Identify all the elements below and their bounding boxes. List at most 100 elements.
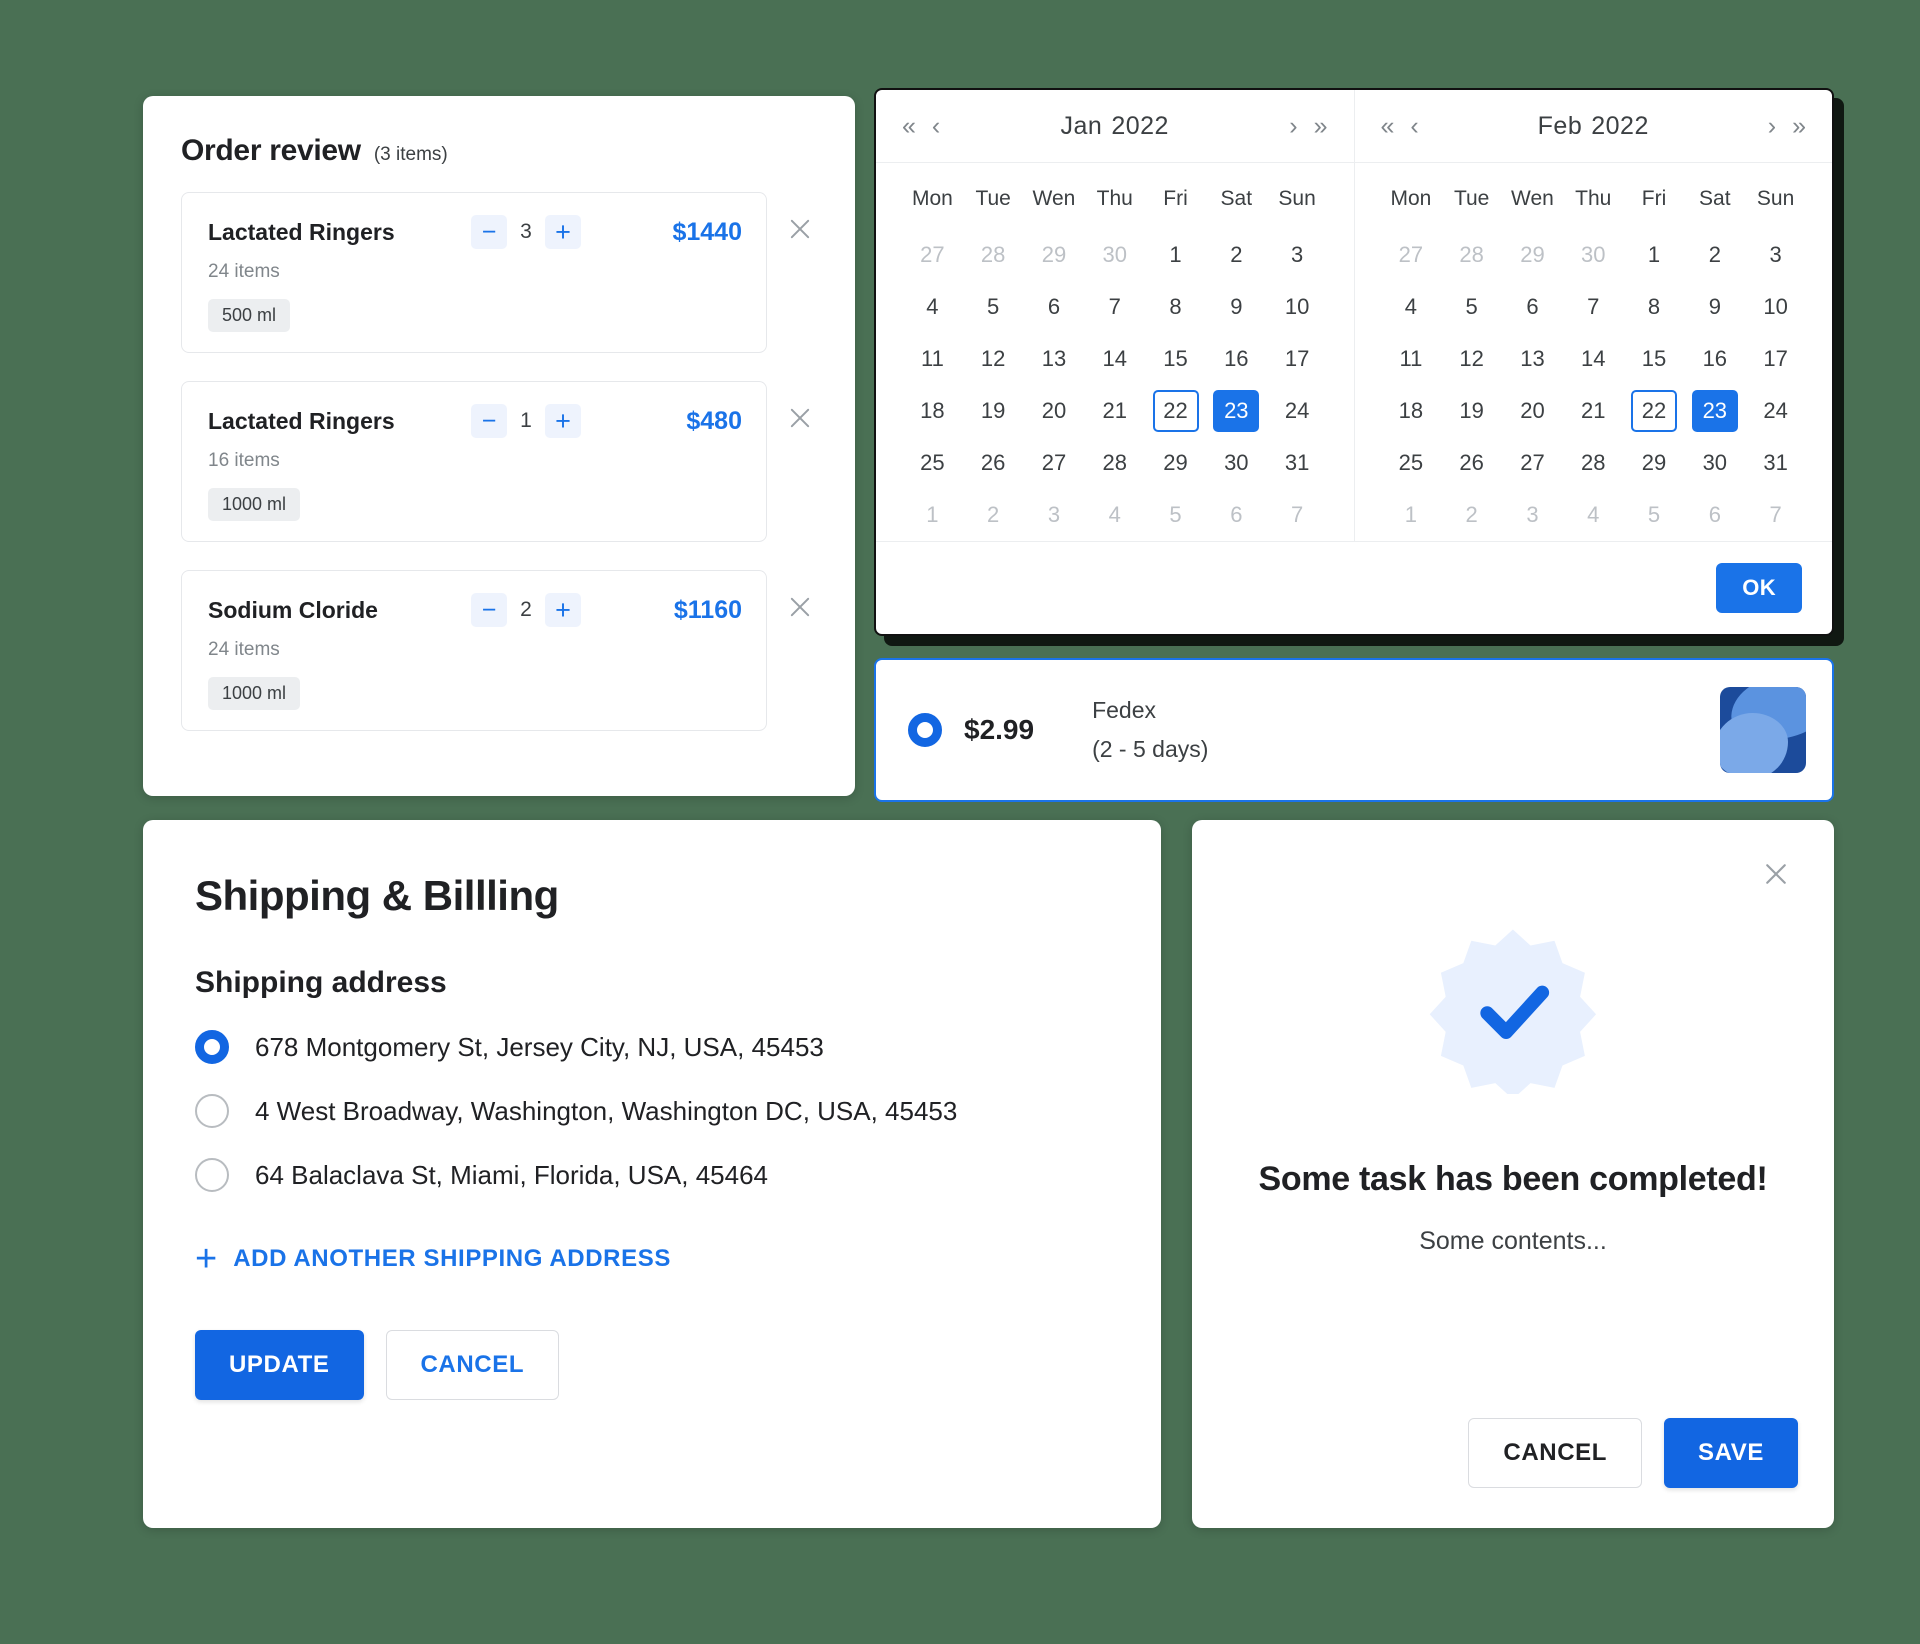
calendar-day[interactable]: 26: [1449, 442, 1495, 484]
dialog-cancel-button[interactable]: CANCEL: [1468, 1418, 1643, 1488]
update-button[interactable]: UPDATE: [195, 1330, 364, 1400]
increase-quantity-button[interactable]: +: [545, 593, 581, 627]
calendar-day[interactable]: 27: [1031, 442, 1077, 484]
calendar-day[interactable]: 13: [1031, 338, 1077, 380]
calendar-day[interactable]: 4: [909, 286, 955, 328]
increase-quantity-button[interactable]: +: [545, 215, 581, 249]
calendar-day[interactable]: 1: [1388, 494, 1434, 536]
calendar-day[interactable]: 28: [970, 234, 1016, 276]
calendar-day[interactable]: 29: [1631, 442, 1677, 484]
calendar-day[interactable]: 31: [1753, 442, 1799, 484]
calendar-day[interactable]: 1: [1631, 234, 1677, 276]
calendar-day[interactable]: 24: [1753, 390, 1799, 432]
add-shipping-address-button[interactable]: + ADD ANOTHER SHIPPING ADDRESS: [195, 1240, 1111, 1278]
calendar-day[interactable]: 11: [1388, 338, 1434, 380]
calendar-day[interactable]: 20: [1509, 390, 1555, 432]
calendar-day[interactable]: 10: [1274, 286, 1320, 328]
ok-button[interactable]: OK: [1716, 563, 1802, 613]
calendar-day[interactable]: 7: [1753, 494, 1799, 536]
calendar-day[interactable]: 27: [1388, 234, 1434, 276]
calendar-day[interactable]: 4: [1388, 286, 1434, 328]
increase-quantity-button[interactable]: +: [545, 404, 581, 438]
calendar-day[interactable]: 21: [1570, 390, 1616, 432]
shipping-address-radio[interactable]: [195, 1094, 229, 1128]
calendar-day[interactable]: 11: [909, 338, 955, 380]
calendar-day[interactable]: 31: [1274, 442, 1320, 484]
decrease-quantity-button[interactable]: −: [471, 215, 507, 249]
calendar-day[interactable]: 25: [1388, 442, 1434, 484]
calendar-day[interactable]: 30: [1213, 442, 1259, 484]
calendar-day[interactable]: 6: [1031, 286, 1077, 328]
calendar-day[interactable]: 4: [1570, 494, 1616, 536]
calendar-day[interactable]: 5: [1631, 494, 1677, 536]
calendar-day[interactable]: 8: [1631, 286, 1677, 328]
calendar-day[interactable]: 3: [1031, 494, 1077, 536]
prev-month-icon[interactable]: ‹: [932, 113, 940, 139]
shipping-option-radio[interactable]: [908, 713, 942, 747]
prev-month-icon[interactable]: ‹: [1410, 113, 1418, 139]
calendar-day[interactable]: 8: [1153, 286, 1199, 328]
calendar-day[interactable]: 3: [1509, 494, 1555, 536]
calendar-day[interactable]: 22: [1631, 390, 1678, 432]
shipping-address-option[interactable]: 64 Balaclava St, Miami, Florida, USA, 45…: [195, 1158, 1111, 1192]
next-month-icon[interactable]: ›: [1289, 113, 1297, 139]
calendar-day[interactable]: 29: [1153, 442, 1199, 484]
calendar-day[interactable]: 7: [1274, 494, 1320, 536]
calendar-day[interactable]: 16: [1213, 338, 1259, 380]
calendar-day[interactable]: 14: [1570, 338, 1616, 380]
calendar-day[interactable]: 12: [970, 338, 1016, 380]
calendar-day[interactable]: 18: [909, 390, 955, 432]
shipping-address-option[interactable]: 4 West Broadway, Washington, Washington …: [195, 1094, 1111, 1128]
shipping-address-radio[interactable]: [195, 1158, 229, 1192]
calendar-day[interactable]: 23: [1213, 390, 1260, 432]
calendar-day[interactable]: 2: [1213, 234, 1259, 276]
prev-year-icon[interactable]: «: [1381, 113, 1395, 139]
calendar-day[interactable]: 19: [1449, 390, 1495, 432]
calendar-day[interactable]: 12: [1449, 338, 1495, 380]
calendar-day[interactable]: 14: [1092, 338, 1138, 380]
calendar-day[interactable]: 4: [1092, 494, 1138, 536]
calendar-day[interactable]: 22: [1152, 390, 1199, 432]
calendar-day[interactable]: 27: [909, 234, 955, 276]
calendar-day[interactable]: 30: [1092, 234, 1138, 276]
calendar-day[interactable]: 2: [1449, 494, 1495, 536]
calendar-day[interactable]: 6: [1509, 286, 1555, 328]
calendar-day[interactable]: 9: [1692, 286, 1738, 328]
calendar-day[interactable]: 5: [1153, 494, 1199, 536]
calendar-day[interactable]: 6: [1213, 494, 1259, 536]
calendar-day[interactable]: 3: [1274, 234, 1320, 276]
next-year-icon[interactable]: »: [1792, 113, 1806, 139]
decrease-quantity-button[interactable]: −: [471, 404, 507, 438]
calendar-day[interactable]: 23: [1691, 390, 1738, 432]
calendar-day[interactable]: 15: [1631, 338, 1677, 380]
prev-year-icon[interactable]: «: [902, 113, 916, 139]
calendar-day[interactable]: 16: [1692, 338, 1738, 380]
calendar-day[interactable]: 26: [970, 442, 1016, 484]
remove-item-button[interactable]: [777, 584, 823, 630]
calendar-day[interactable]: 10: [1753, 286, 1799, 328]
next-month-icon[interactable]: ›: [1768, 113, 1776, 139]
calendar-day[interactable]: 15: [1153, 338, 1199, 380]
close-icon[interactable]: [1754, 852, 1798, 896]
calendar-day[interactable]: 18: [1388, 390, 1434, 432]
calendar-day[interactable]: 3: [1753, 234, 1799, 276]
calendar-day[interactable]: 7: [1092, 286, 1138, 328]
shipping-address-radio[interactable]: [195, 1030, 229, 1064]
calendar-day[interactable]: 20: [1031, 390, 1077, 432]
next-year-icon[interactable]: »: [1314, 113, 1328, 139]
calendar-day[interactable]: 21: [1092, 390, 1138, 432]
cancel-button[interactable]: CANCEL: [385, 1330, 560, 1400]
calendar-day[interactable]: 29: [1031, 234, 1077, 276]
calendar-day[interactable]: 25: [909, 442, 955, 484]
calendar-day[interactable]: 27: [1509, 442, 1555, 484]
remove-item-button[interactable]: [777, 206, 823, 252]
calendar-day[interactable]: 28: [1092, 442, 1138, 484]
calendar-day[interactable]: 30: [1692, 442, 1738, 484]
calendar-day[interactable]: 1: [909, 494, 955, 536]
calendar-day[interactable]: 2: [970, 494, 1016, 536]
calendar-day[interactable]: 2: [1692, 234, 1738, 276]
calendar-day[interactable]: 7: [1570, 286, 1616, 328]
calendar-day[interactable]: 17: [1753, 338, 1799, 380]
calendar-day[interactable]: 13: [1509, 338, 1555, 380]
calendar-day[interactable]: 9: [1213, 286, 1259, 328]
